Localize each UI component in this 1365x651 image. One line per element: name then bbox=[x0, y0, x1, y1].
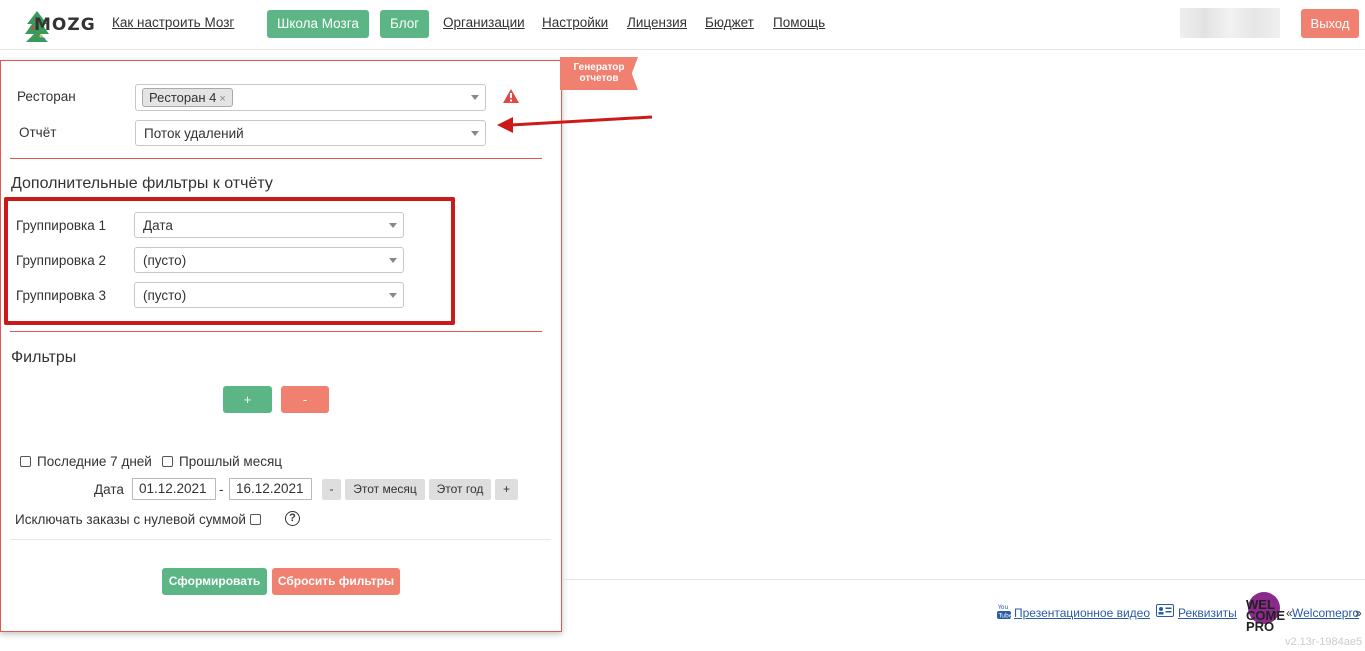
svg-text:You: You bbox=[997, 604, 1009, 611]
grouping-1-label: Группировка 1 bbox=[16, 218, 106, 233]
youtube-icon: You Tube bbox=[997, 604, 1012, 620]
last-month-label: Прошлый месяц bbox=[179, 454, 283, 469]
grouping-2-label: Группировка 2 bbox=[16, 253, 106, 268]
nav-how-to-setup[interactable]: Как настроить Мозг bbox=[112, 15, 234, 30]
this-year-button[interactable]: Этот год bbox=[429, 479, 491, 500]
footer-divider bbox=[562, 579, 1365, 580]
blog-button[interactable]: Блог bbox=[380, 10, 430, 38]
welcomepro-logo: WEL COME PRO bbox=[1246, 592, 1285, 636]
presentation-video-link[interactable]: Презентационное видео bbox=[1014, 606, 1150, 620]
welcomepro-logo-text: WEL COME PRO bbox=[1246, 597, 1285, 634]
chevron-down-icon bbox=[471, 131, 479, 136]
grouping-2-select[interactable]: (пусто) bbox=[134, 247, 404, 273]
grouping-2-value: (пусто) bbox=[143, 253, 187, 268]
restaurant-tag[interactable]: Ресторан 4 × bbox=[142, 88, 233, 107]
section-divider bbox=[10, 331, 542, 332]
mozg-logo[interactable]: MOZG bbox=[20, 6, 96, 44]
extra-filters-title: Дополнительные фильтры к отчёту bbox=[11, 175, 273, 192]
last-7-days-label: Последние 7 дней bbox=[37, 454, 152, 469]
logo-text: MOZG bbox=[34, 15, 96, 35]
user-info-blurred bbox=[1180, 8, 1280, 38]
exit-button[interactable]: Выход bbox=[1301, 9, 1359, 38]
report-generator-ribbon: Генератор отчетов bbox=[560, 57, 638, 90]
tag-remove-icon[interactable]: × bbox=[219, 93, 225, 105]
chevron-down-icon bbox=[389, 223, 397, 228]
date-plus-button[interactable]: + bbox=[495, 479, 518, 500]
grouping-3-select[interactable]: (пусто) bbox=[134, 282, 404, 308]
chevron-down-icon bbox=[389, 258, 397, 263]
report-select[interactable]: Поток удалений bbox=[135, 120, 486, 146]
nav-help[interactable]: Помощь bbox=[773, 15, 825, 30]
date-label: Дата bbox=[94, 482, 124, 497]
annotation-arrow bbox=[497, 115, 653, 133]
warning-icon bbox=[503, 89, 519, 103]
report-label: Отчёт bbox=[19, 125, 57, 140]
requisites-link[interactable]: Реквизиты bbox=[1178, 606, 1237, 620]
generate-button[interactable]: Сформировать bbox=[162, 568, 267, 595]
grouping-1-select[interactable]: Дата bbox=[134, 212, 404, 238]
this-month-button[interactable]: Этот месяц bbox=[345, 479, 425, 500]
welcomepro-link[interactable]: Welcomepro bbox=[1292, 606, 1359, 620]
version-label: v2.13r-1984ae5 bbox=[1285, 636, 1363, 648]
remove-filter-button[interactable]: - bbox=[281, 386, 329, 413]
top-navbar: MOZG Как настроить Мозг Школа Мозга Блог… bbox=[0, 0, 1365, 50]
panel-separator bbox=[10, 539, 551, 540]
chevron-down-icon bbox=[389, 293, 397, 298]
nav-organizations[interactable]: Организации bbox=[443, 15, 525, 30]
chevron-down-icon bbox=[471, 95, 479, 100]
date-minus-button[interactable]: - bbox=[322, 479, 341, 500]
section-divider bbox=[10, 158, 542, 159]
ribbon-text: Генератор отчетов bbox=[573, 62, 625, 84]
grouping-3-value: (пусто) bbox=[143, 288, 187, 303]
restaurant-select[interactable]: Ресторан 4 × bbox=[135, 84, 486, 111]
restaurant-label: Ресторан bbox=[17, 89, 76, 104]
id-card-icon bbox=[1156, 604, 1174, 617]
exclude-zero-checkbox[interactable] bbox=[250, 514, 261, 525]
exclude-zero-label: Исключать заказы с нулевой суммой bbox=[15, 512, 246, 527]
restaurant-tag-label: Ресторан 4 bbox=[149, 90, 217, 105]
welcomepro-quote-close: » bbox=[1355, 606, 1362, 620]
report-select-value: Поток удалений bbox=[144, 126, 244, 141]
date-to-input[interactable]: 16.12.2021 bbox=[229, 478, 312, 500]
date-separator: - bbox=[219, 482, 224, 497]
last-7-days-checkbox[interactable] bbox=[20, 456, 31, 467]
help-icon[interactable]: ? bbox=[285, 511, 300, 526]
school-button[interactable]: Школа Мозга bbox=[267, 10, 369, 38]
svg-text:Tube: Tube bbox=[998, 613, 1012, 620]
nav-settings[interactable]: Настройки bbox=[542, 15, 608, 30]
date-from-input[interactable]: 01.12.2021 bbox=[132, 478, 216, 500]
nav-license[interactable]: Лицензия bbox=[627, 15, 687, 30]
filters-title: Фильтры bbox=[11, 349, 77, 366]
grouping-1-value: Дата bbox=[143, 218, 173, 233]
reset-filters-button[interactable]: Сбросить фильтры bbox=[272, 568, 400, 595]
last-month-checkbox[interactable] bbox=[162, 456, 173, 467]
add-filter-button[interactable]: + bbox=[223, 386, 272, 413]
grouping-3-label: Группировка 3 bbox=[16, 288, 106, 303]
nav-budget[interactable]: Бюджет bbox=[705, 15, 754, 30]
